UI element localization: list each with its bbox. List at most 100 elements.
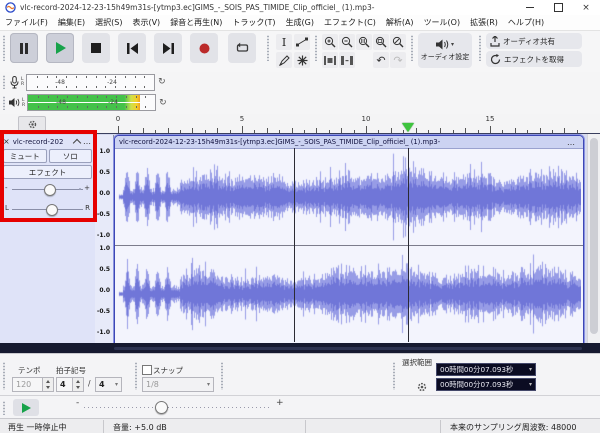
vertical-scrollbar[interactable] [587,134,600,344]
menu-item[interactable]: ヘルプ(H) [503,17,549,28]
waveform-channel-left[interactable] [115,149,581,245]
pause-button[interactable] [10,33,38,63]
timesig-upper-input[interactable]: 4 [56,377,73,392]
toolbar-grabber[interactable] [314,35,318,61]
title-bar: vlc-record-2024-12-23-15h49m31s-[ytmp3.e… [0,0,600,15]
audio-setup-button[interactable]: ▾ オーディオ設定 [418,33,472,68]
toolbar-grabber[interactable] [2,95,6,110]
selection-range-label: 選択範囲 [402,358,432,367]
menu-item[interactable]: 表示(V) [127,17,165,28]
menu-item[interactable]: 編集(E) [53,17,90,28]
toolbar-grabber[interactable] [2,401,6,415]
maximize-button[interactable] [544,0,572,15]
get-effects-button[interactable]: エフェクトを取得 [486,51,582,67]
stop-button[interactable] [82,33,110,63]
record-button[interactable] [190,33,218,63]
waveform-channel-right[interactable] [115,246,581,342]
meter-refresh-icon: ↻ [159,97,167,108]
toolbar-grabber[interactable] [2,362,6,390]
toolbar-grabber[interactable] [266,35,270,61]
menu-item[interactable]: エフェクト(C) [319,17,381,28]
menu-item[interactable]: 生成(G) [281,17,319,28]
zoom-out-button[interactable] [339,34,355,50]
envelope-tool-button[interactable] [294,34,310,50]
menu-item[interactable]: 選択(S) [90,17,127,28]
playback-position-line [408,148,409,342]
envelope-icon [296,37,308,47]
clip-menu-icon[interactable]: … [567,138,576,147]
close-button[interactable]: × [572,0,600,15]
skip-to-end-button[interactable] [154,33,182,63]
caret-down-icon: ▾ [450,41,454,48]
microphone-icon [10,75,19,88]
scale-label: -1.0 [96,232,110,239]
gear-icon [417,382,427,392]
toolbar-grabber[interactable] [410,35,414,61]
fit-selection-button[interactable] [356,34,372,50]
menu-item[interactable]: ツール(O) [419,17,466,28]
annotation-red-box [0,130,97,222]
fit-project-button[interactable] [373,34,389,50]
minimize-button[interactable] [516,0,544,15]
toolbar-grabber[interactable] [478,35,482,61]
zoom-toggle-icon [392,36,404,48]
speed-slider-track[interactable] [84,407,272,408]
play-button[interactable] [46,33,74,63]
playback-meter-bar[interactable]: -48 -24 [27,94,157,111]
ibeam-icon: I [281,35,287,49]
menu-item[interactable]: ファイル(F) [0,17,53,28]
caret-down-icon: ▾ [114,381,118,388]
menu-item[interactable]: 拡張(R) [465,17,503,28]
vertical-scale-ruler[interactable]: 1.0 0.5 0.0 -0.5 -1.0 1.0 0.5 0.0 -0.5 -1.0 [95,135,114,343]
record-meter[interactable]: LR -48 -24 ↻ [0,73,186,91]
skip-start-icon [126,42,138,54]
snap-checkbox[interactable] [142,365,152,375]
audacity-logo-icon [5,2,16,13]
selection-tool-button[interactable]: I [276,34,292,50]
play-at-speed-button[interactable] [13,399,39,416]
draw-tool-button[interactable] [276,52,292,68]
playhead-triangle[interactable] [402,123,414,132]
selection-start-field[interactable]: 00時間00分07.093秒 ▾ [436,363,536,376]
speed-slider-knob[interactable] [155,401,168,414]
zoom-in-button[interactable] [322,34,338,50]
tempo-input[interactable]: 120 [12,377,43,392]
snap-select[interactable]: 1/8 ▾ [142,377,214,392]
toolbar-grabber[interactable] [134,362,138,390]
fit-project-icon [375,36,387,48]
timesig-spinner[interactable] [73,377,84,392]
horizontal-scrollbar[interactable] [114,347,582,350]
toolbar-grabber[interactable] [392,362,396,390]
trim-audio-button[interactable] [322,52,338,68]
selection-end-field[interactable]: 00時間00分07.093秒 ▾ [436,378,536,391]
ruler-time-label: 10 [361,115,371,123]
toolbar-grabber[interactable] [220,362,224,390]
menu-item[interactable]: 解析(A) [381,17,419,28]
timesig-lower-select[interactable]: 4 ▾ [95,377,122,392]
menu-item[interactable]: 録音と再生(N) [165,17,227,28]
scale-label: 0.5 [99,169,110,176]
redo-button[interactable]: ↷ [390,52,406,68]
tempo-spinner[interactable] [43,377,54,392]
ruler-time-label: 15 [485,115,495,123]
meter-db-label: -48 [56,99,66,106]
toolbar-grabber[interactable] [2,35,6,61]
share-audio-button[interactable]: オーディオ共有 [486,33,582,49]
audio-clip[interactable]: vlc-record-2024-12-23-15h49m31s-[ytmp3.e… [114,135,584,344]
record-meter-bar[interactable]: -48 -24 [26,73,156,91]
scrollbar-thumb[interactable] [590,138,598,334]
multi-tool-button[interactable] [294,52,310,68]
toolbar-grabber[interactable] [2,75,6,89]
clip-title-bar[interactable]: vlc-record-2024-12-23-15h49m31s-[ytmp3.e… [115,136,583,149]
zoom-toggle-button[interactable] [390,34,406,50]
loop-button[interactable] [228,33,256,63]
playback-meter[interactable]: LR -48 -24 ↻ [0,93,186,112]
timesig-divider: / [88,379,91,388]
timesig-lower-value: 4 [99,380,105,389]
record-icon [199,43,209,53]
skip-to-start-button[interactable] [118,33,146,63]
undo-button[interactable]: ↶ [373,52,389,68]
menu-item[interactable]: トラック(T) [227,17,280,28]
silence-audio-button[interactable] [339,52,355,68]
pencil-icon [278,54,290,66]
